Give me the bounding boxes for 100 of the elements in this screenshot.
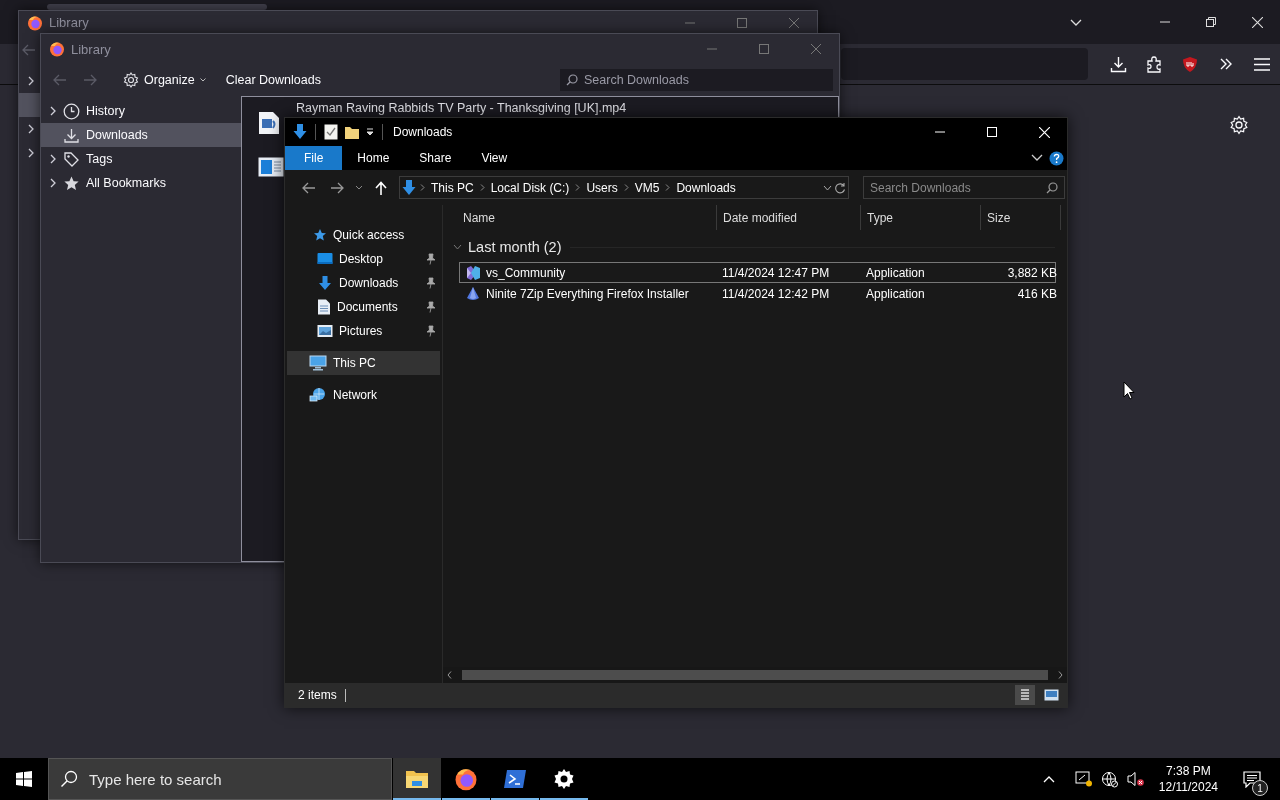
file-row[interactable]: vs_Community 11/4/2024 12:47 PM Application 3,882 KB — [459, 262, 1056, 283]
chevron-icon — [27, 148, 35, 158]
gear-icon — [123, 72, 139, 88]
folder-icon — [344, 124, 360, 140]
column-header[interactable]: Size — [981, 205, 1061, 230]
size-cell-text: 3,882 KB — [1006, 265, 1058, 280]
download-name[interactable]: Rayman Raving Rabbids TV Party - Thanksgiving [UK].mp4 — [296, 101, 627, 115]
search-icon — [1046, 181, 1058, 194]
notifications-button[interactable]: 1 — [1232, 758, 1272, 800]
folder-icon — [405, 769, 429, 789]
maximize-icon — [759, 44, 769, 54]
group-header[interactable]: Last month (2) — [453, 239, 562, 255]
firefox-icon — [27, 14, 43, 31]
sidebar-item[interactable]: Tags — [41, 147, 241, 171]
globe-blocked-icon — [1100, 770, 1119, 788]
file-name: Ninite 7Zip Everything Firefox Installer — [486, 286, 689, 301]
ribbon-tab[interactable]: Home — [342, 146, 405, 170]
type-cell-text: Application — [865, 265, 926, 280]
forward-arrow-icon — [83, 74, 97, 86]
separator-chevron-icon — [479, 184, 485, 191]
computer-icon — [309, 355, 327, 371]
taskbar-search-field[interactable]: Type here to search — [48, 758, 392, 800]
clock-icon — [63, 102, 80, 120]
sidebar-item[interactable]: All Bookmarks — [41, 171, 241, 195]
pin-icon — [426, 253, 436, 265]
expand-ribbon-icon — [1031, 154, 1043, 162]
nav-item[interactable]: Downloads — [287, 271, 440, 295]
back-arrow-icon — [22, 44, 36, 56]
download-arrow-icon — [402, 179, 416, 196]
nav-item[interactable]: Quick access — [287, 223, 440, 247]
breadcrumb-item[interactable]: Local Disk (C:) — [488, 180, 572, 195]
ribbon-tab[interactable]: Share — [404, 146, 467, 170]
back-arrow-icon — [302, 181, 316, 194]
breadcrumb-item[interactable]: This PC — [429, 180, 476, 195]
close-icon — [1038, 126, 1050, 138]
menu-icon — [1254, 57, 1270, 71]
download-icon — [1109, 55, 1127, 73]
chevron-icon — [453, 244, 462, 250]
separator-chevron-icon — [575, 184, 581, 191]
chevron-icon — [49, 106, 57, 116]
separator-chevron-icon — [665, 184, 671, 191]
address-bar[interactable]: This PC Local Disk (C:) Users VM5 Downloads — [399, 176, 849, 199]
column-header[interactable]: Name — [457, 205, 717, 230]
chevron-icon — [27, 76, 35, 86]
window-title: Library — [49, 15, 90, 30]
clock[interactable]: 7:38 PM 12/11/2024 — [1152, 763, 1224, 795]
file-row[interactable]: Ninite 7Zip Everything Firefox Installer 11/4/2024 12:42 PM Application 416 KB — [459, 283, 1056, 304]
picture-icon — [317, 324, 333, 338]
up-arrow-icon — [375, 180, 387, 195]
windows-logo-icon — [16, 771, 32, 787]
organize-menu-button[interactable]: Organize — [117, 67, 212, 93]
settings-icon — [1229, 115, 1249, 135]
nav-item[interactable]: Pictures — [287, 319, 440, 343]
chevron-icon — [27, 124, 35, 134]
star-icon — [63, 174, 80, 192]
breadcrumb-item[interactable]: Downloads — [674, 180, 738, 195]
details-view-button[interactable] — [1015, 685, 1035, 705]
app-icon — [465, 264, 481, 281]
pin-icon — [426, 325, 436, 337]
video-file-icon — [258, 111, 280, 135]
back-arrow-icon — [53, 74, 67, 86]
taskbar-app-button[interactable] — [393, 758, 441, 800]
mouse-cursor-icon — [1123, 381, 1135, 400]
window-title: Downloads — [393, 125, 454, 139]
close-icon — [1251, 16, 1263, 28]
settings-button[interactable] — [1229, 115, 1249, 135]
download-arrow-icon — [317, 275, 333, 291]
search-field[interactable]: Search Downloads — [560, 69, 833, 91]
breadcrumb-item[interactable]: VM5 — [632, 180, 662, 195]
address-field[interactable] — [841, 48, 1088, 80]
nav-item[interactable]: Desktop — [287, 247, 440, 271]
separator-chevron-icon — [623, 184, 629, 191]
download-icon — [63, 126, 80, 144]
column-header[interactable]: Date modified — [717, 205, 861, 230]
clear-downloads-button[interactable]: Clear Downloads — [219, 67, 327, 93]
browser-icon — [454, 767, 478, 791]
search-icon — [566, 74, 578, 86]
settings-icon — [553, 768, 575, 790]
column-header[interactable]: Type — [861, 205, 981, 230]
sidebar-item[interactable]: History — [41, 99, 241, 123]
ribbon-tab[interactable]: View — [466, 146, 523, 170]
close-icon — [789, 17, 799, 28]
caret-icon — [355, 185, 363, 190]
nav-item[interactable]: Network — [287, 383, 440, 407]
help-icon — [1049, 150, 1064, 166]
double-chevron-icon — [1219, 58, 1233, 70]
breadcrumb-item[interactable]: Users — [584, 180, 620, 195]
ribbon-tab[interactable]: File — [285, 146, 343, 170]
sidebar-item[interactable]: Downloads — [41, 123, 241, 147]
separator-chevron-icon — [420, 184, 425, 191]
scroll-left-icon — [447, 671, 452, 679]
nav-item[interactable]: Documents — [287, 295, 440, 319]
chevron-up-icon — [1042, 775, 1055, 783]
search-field[interactable]: Search Downloads — [863, 176, 1065, 199]
restore-icon — [1206, 17, 1216, 27]
pin-icon — [426, 277, 436, 289]
search-icon — [60, 770, 78, 788]
chevron-icon — [49, 178, 57, 188]
nav-item[interactable]: This PC — [287, 351, 440, 375]
window-title: Library — [71, 41, 112, 57]
